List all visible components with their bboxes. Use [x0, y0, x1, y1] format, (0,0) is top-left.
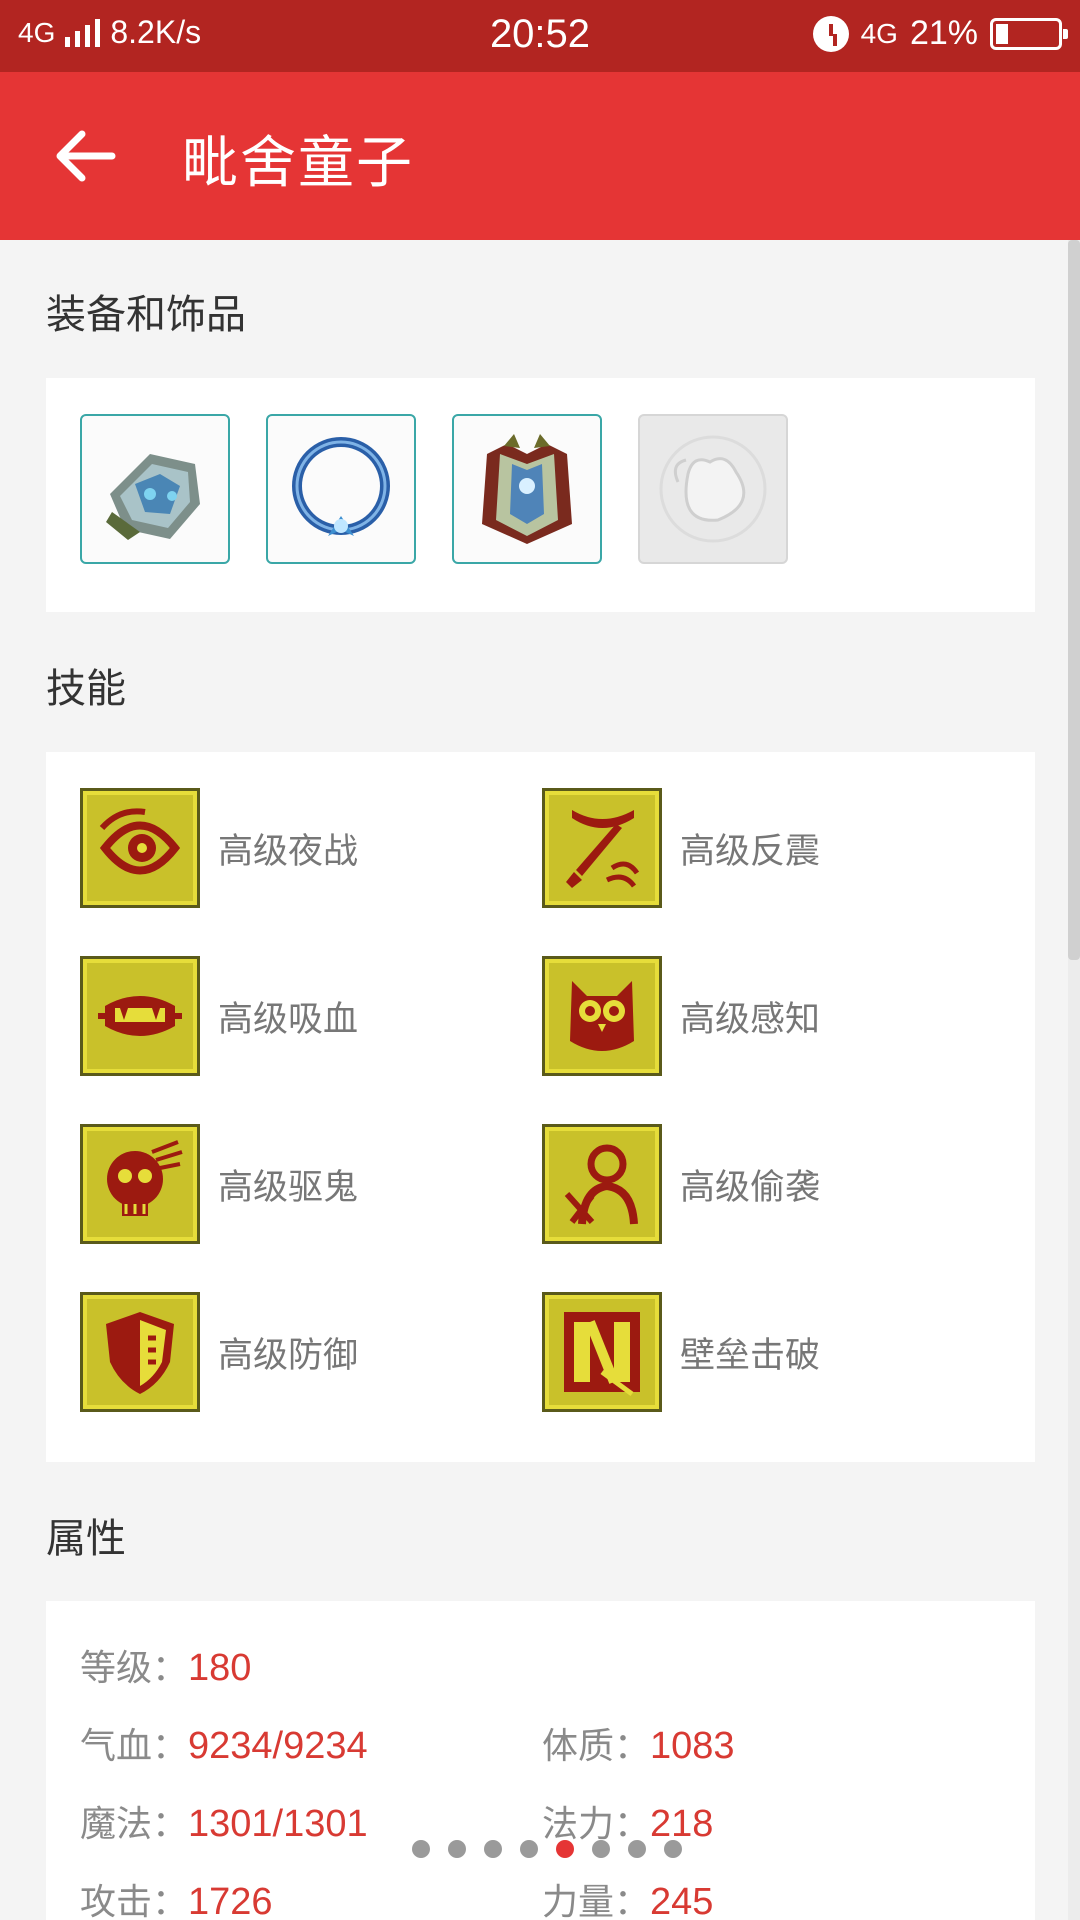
attr-key: 力量：: [542, 1882, 651, 1920]
skull-icon: [107, 1140, 183, 1216]
skill-item[interactable]: 高级夜战: [80, 788, 358, 908]
page-dot[interactable]: [628, 1840, 646, 1858]
page-indicator: [412, 1840, 682, 1858]
skill-label: 高级防御: [218, 1335, 359, 1376]
page-dot[interactable]: [484, 1840, 502, 1858]
attr-value: 1726: [188, 1881, 273, 1920]
skill-item[interactable]: 高级感知: [542, 956, 820, 1076]
battery-percent: 21%: [909, 14, 978, 52]
attr-key: 气血：: [80, 1726, 189, 1767]
attr-value: 1083: [650, 1725, 735, 1767]
armor-icon: [482, 434, 572, 544]
skill-icon-box: [542, 956, 662, 1076]
attr-level: 等级：180: [80, 1639, 251, 1691]
attr-value: 1301/1301: [188, 1803, 368, 1845]
attr-key: 体质：: [542, 1726, 651, 1767]
attr-value: 9234/9234: [188, 1725, 368, 1767]
page-dot[interactable]: [520, 1840, 538, 1858]
alarm-icon: [812, 15, 849, 52]
skill-label: 高级偷袭: [680, 1167, 821, 1208]
scrollbar-thumb[interactable]: [1068, 240, 1080, 960]
pouch-icon: [659, 435, 767, 543]
attr-value: 218: [650, 1803, 714, 1845]
sword-curve-icon: [566, 810, 640, 888]
skill-item[interactable]: 壁垒击破: [542, 1292, 820, 1412]
attr-value: 180: [188, 1647, 252, 1689]
attr-value: 245: [650, 1881, 714, 1920]
skill-icon-box: [80, 788, 200, 908]
attr-attack: 攻击：1726: [80, 1873, 273, 1920]
back-button[interactable]: [52, 116, 132, 196]
skill-icon-box: [542, 788, 662, 908]
skills-heading: 技能: [46, 666, 126, 712]
skills-card: 高级夜战 高级反震 高级吸血 高级感知 高级驱鬼 高级偷袭 高级防御 壁垒击破: [46, 752, 1035, 1462]
attr-key: 法力：: [542, 1804, 651, 1845]
wall-break-icon: [564, 1312, 640, 1397]
skill-item[interactable]: 高级驱鬼: [80, 1124, 358, 1244]
ring-icon: [292, 437, 390, 536]
page-dot[interactable]: [412, 1840, 430, 1858]
fang-mouth-icon: [98, 996, 182, 1036]
equipment-slot[interactable]: [452, 414, 602, 564]
skill-icon-box: [80, 956, 200, 1076]
page-dot[interactable]: [592, 1840, 610, 1858]
skill-label: 壁垒击破: [680, 1335, 821, 1376]
attr-constitution: 体质：1083: [542, 1717, 735, 1769]
skill-item[interactable]: 高级防御: [80, 1292, 358, 1412]
app-bar: 毗舍童子: [0, 72, 1080, 240]
skill-icon-box: [542, 1292, 662, 1412]
page-dot-active[interactable]: [556, 1840, 574, 1858]
network-type-right: 4G: [860, 17, 898, 49]
arrow-left-icon: [56, 130, 116, 182]
skill-label: 高级吸血: [218, 999, 359, 1040]
skill-icon-box: [542, 1124, 662, 1244]
equipment-heading: 装备和饰品: [46, 292, 246, 338]
attr-strength: 力量：245: [542, 1873, 713, 1920]
attr-mp: 魔法：1301/1301: [80, 1795, 368, 1847]
attr-key: 魔法：: [80, 1804, 189, 1845]
assassin-icon: [564, 1144, 638, 1225]
page-title: 毗舍童子: [182, 131, 414, 196]
skill-item[interactable]: 高级反震: [542, 788, 820, 908]
equipment-row: [80, 414, 788, 564]
eye-swirl-icon: [99, 808, 181, 875]
skill-label: 高级驱鬼: [218, 1167, 359, 1208]
page-dot[interactable]: [448, 1840, 466, 1858]
skill-item[interactable]: 高级偷袭: [542, 1124, 820, 1244]
equipment-slot[interactable]: [80, 414, 230, 564]
attributes-heading: 属性: [46, 1516, 126, 1562]
equipment-card: [46, 378, 1035, 612]
attributes-card: 等级：180 气血：9234/9234 体质：1083 魔法：1301/1301…: [46, 1601, 1035, 1920]
skill-icon-box: [80, 1124, 200, 1244]
equipment-slot-empty[interactable]: [638, 414, 788, 564]
skill-label: 高级夜战: [218, 831, 359, 872]
skill-label: 高级感知: [680, 999, 821, 1040]
skill-item[interactable]: 高级吸血: [80, 956, 358, 1076]
status-right: 4G 21%: [812, 14, 1068, 53]
owl-icon: [570, 981, 634, 1051]
skill-label: 高级反震: [680, 831, 821, 872]
skill-icon-box: [80, 1292, 200, 1412]
battery-icon: [990, 17, 1068, 50]
attr-key: 攻击：: [80, 1882, 189, 1920]
equipment-slot[interactable]: [266, 414, 416, 564]
attr-hp: 气血：9234/9234: [80, 1717, 368, 1769]
page-dot[interactable]: [664, 1840, 682, 1858]
status-bar: 4G 8.2K/s 20:52 4G 21%: [0, 0, 1080, 72]
shield-icon: [106, 1312, 174, 1394]
gauntlet-icon: [106, 454, 200, 540]
attr-key: 等级：: [80, 1648, 189, 1689]
